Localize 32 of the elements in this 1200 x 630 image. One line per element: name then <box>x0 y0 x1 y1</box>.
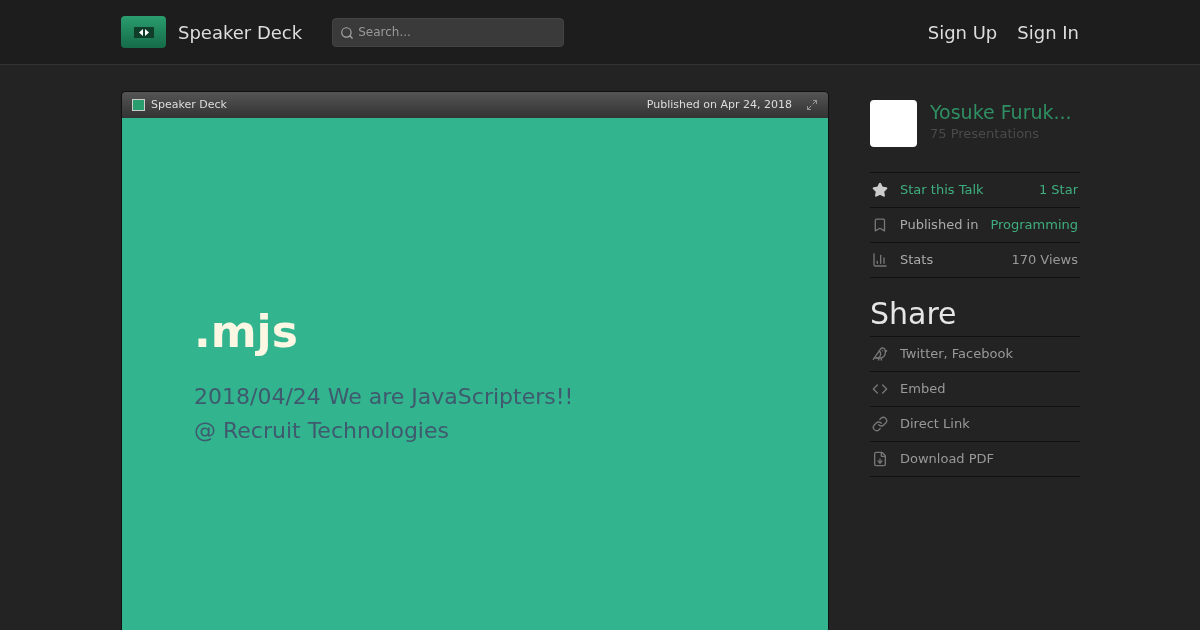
detail-value[interactable]: Programming <box>990 215 1078 235</box>
search-icon <box>340 25 355 40</box>
share-link[interactable]: Embed <box>900 379 946 399</box>
logo-icon <box>132 99 145 111</box>
share-heading: Share <box>870 296 958 332</box>
published-date: Published on Apr 24, 2018 <box>646 96 792 113</box>
detail-label: Stats <box>900 251 934 270</box>
search-field[interactable]: Search... <box>332 17 565 47</box>
brand-name[interactable]: Speaker Deck <box>178 18 303 46</box>
nav-link[interactable]: Sign In <box>1017 18 1079 46</box>
share-link[interactable]: Download PDF <box>900 449 995 469</box>
slide-title: .mjs <box>194 310 299 354</box>
slide-text: 2018/04/24 We are JavaScripters!! <box>194 383 575 411</box>
player-brand[interactable]: Speaker Deck <box>151 96 227 114</box>
logo-icon[interactable] <box>121 16 166 48</box>
file-download-icon <box>872 451 888 467</box>
link-icon <box>872 416 888 432</box>
nav-link[interactable]: Sign Up <box>927 18 998 46</box>
share-link[interactable]: Twitter, Facebook <box>900 344 1013 364</box>
detail-value: 1 Star <box>1038 181 1078 200</box>
star-icon <box>872 182 888 198</box>
bar-chart-icon <box>872 252 888 268</box>
bird-icon <box>872 346 888 362</box>
detail-label: Published in <box>899 216 979 235</box>
share-link[interactable]: Direct Link <box>900 414 970 434</box>
detail-value: 170 Views <box>1011 251 1078 270</box>
bookmark-icon <box>872 217 888 233</box>
slide-text: @ Recruit Technologies <box>194 417 450 445</box>
expand-icon[interactable] <box>806 99 818 111</box>
code-icon <box>872 381 888 397</box>
author-name[interactable]: Yosuke Furuk... <box>930 100 1072 124</box>
detail-label[interactable]: Star this Talk <box>900 180 984 200</box>
